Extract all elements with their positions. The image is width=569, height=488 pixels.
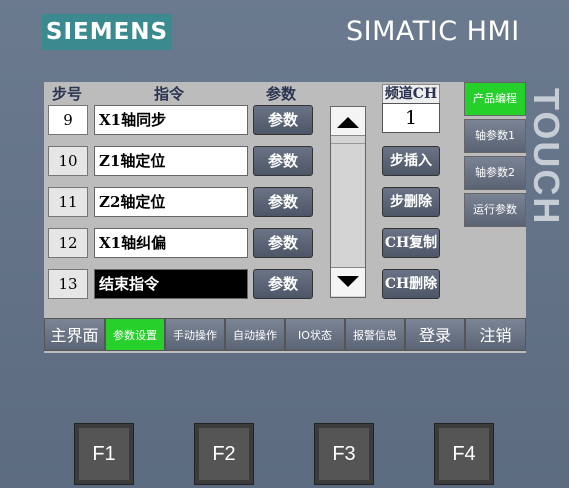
nav-alarms[interactable]: 报警信息 — [345, 318, 405, 351]
step-row: 10 Z1轴定位 参数 — [48, 146, 313, 176]
step-number: 11 — [48, 187, 88, 217]
nav-logout[interactable]: 注销 — [465, 318, 526, 351]
product-title: SIMATIC HMI — [346, 16, 520, 47]
nav-main[interactable]: 主界面 — [44, 318, 105, 351]
step-number: 12 — [48, 228, 88, 258]
header-instruction: 指令 — [154, 85, 185, 103]
header-param: 参数 — [266, 85, 297, 103]
nav-login[interactable]: 登录 — [405, 318, 465, 351]
f1-key[interactable]: F1 — [74, 423, 134, 485]
step-delete-button[interactable]: 步删除 — [382, 187, 440, 217]
f2-key[interactable]: F2 — [194, 423, 254, 485]
f2-label: F2 — [199, 428, 249, 480]
param-button[interactable]: 参数 — [253, 187, 313, 217]
arrow-down-icon — [337, 276, 359, 287]
header-step: 步号 — [52, 85, 83, 103]
step-number: 13 — [48, 269, 88, 299]
hmi-screen: 步号 指令 参数 频道CH 1 9 X1轴同步 参数 10 Z1轴定位 参数 1… — [44, 82, 526, 353]
param-button[interactable]: 参数 — [253, 228, 313, 258]
scroll-up-button[interactable] — [331, 107, 365, 136]
instruction-field[interactable]: X1轴纠偏 — [94, 228, 248, 258]
step-number: 10 — [48, 146, 88, 176]
step-row: 12 X1轴纠偏 参数 — [48, 228, 313, 258]
side-menu-axis-param-1[interactable]: 轴参数1 — [464, 119, 526, 153]
f4-label: F4 — [439, 428, 489, 480]
ch-copy-button[interactable]: CH复制 — [382, 228, 440, 258]
f3-label: F3 — [319, 428, 369, 480]
step-row: 9 X1轴同步 参数 — [48, 105, 313, 135]
step-number: 9 — [48, 105, 88, 135]
f1-label: F1 — [79, 428, 129, 480]
side-menu-axis-param-2[interactable]: 轴参数2 — [464, 156, 526, 190]
instruction-field[interactable]: Z2轴定位 — [94, 187, 248, 217]
scroll-down-button[interactable] — [331, 267, 365, 296]
ch-delete-button[interactable]: CH删除 — [382, 269, 440, 299]
param-button[interactable]: 参数 — [253, 146, 313, 176]
nav-io-status[interactable]: IO状态 — [285, 318, 345, 351]
touch-label: TOUCH — [526, 88, 567, 226]
step-insert-button[interactable]: 步插入 — [382, 146, 440, 176]
nav-param-settings[interactable]: 参数设置 — [105, 318, 165, 351]
arrow-up-icon — [337, 117, 359, 128]
side-menu-run-params[interactable]: 运行参数 — [464, 193, 526, 227]
step-row: 11 Z2轴定位 参数 — [48, 187, 313, 217]
channel-input[interactable]: 1 — [382, 103, 440, 133]
nav-manual[interactable]: 手动操作 — [165, 318, 225, 351]
header-channel: 频道CH — [382, 84, 440, 103]
f4-key[interactable]: F4 — [434, 423, 494, 485]
instruction-field[interactable]: Z1轴定位 — [94, 146, 248, 176]
nav-auto[interactable]: 自动操作 — [225, 318, 285, 351]
param-button[interactable]: 参数 — [253, 105, 313, 135]
f3-key[interactable]: F3 — [314, 423, 374, 485]
param-button[interactable]: 参数 — [253, 269, 313, 299]
siemens-logo: SIEMENS — [42, 14, 172, 50]
step-row: 13 结束指令 参数 — [48, 269, 313, 299]
step-list-scrollbar[interactable] — [330, 106, 366, 298]
instruction-field[interactable]: 结束指令 — [94, 269, 248, 299]
instruction-field[interactable]: X1轴同步 — [94, 105, 248, 135]
side-menu-product-programming[interactable]: 产品编程 — [464, 82, 526, 116]
